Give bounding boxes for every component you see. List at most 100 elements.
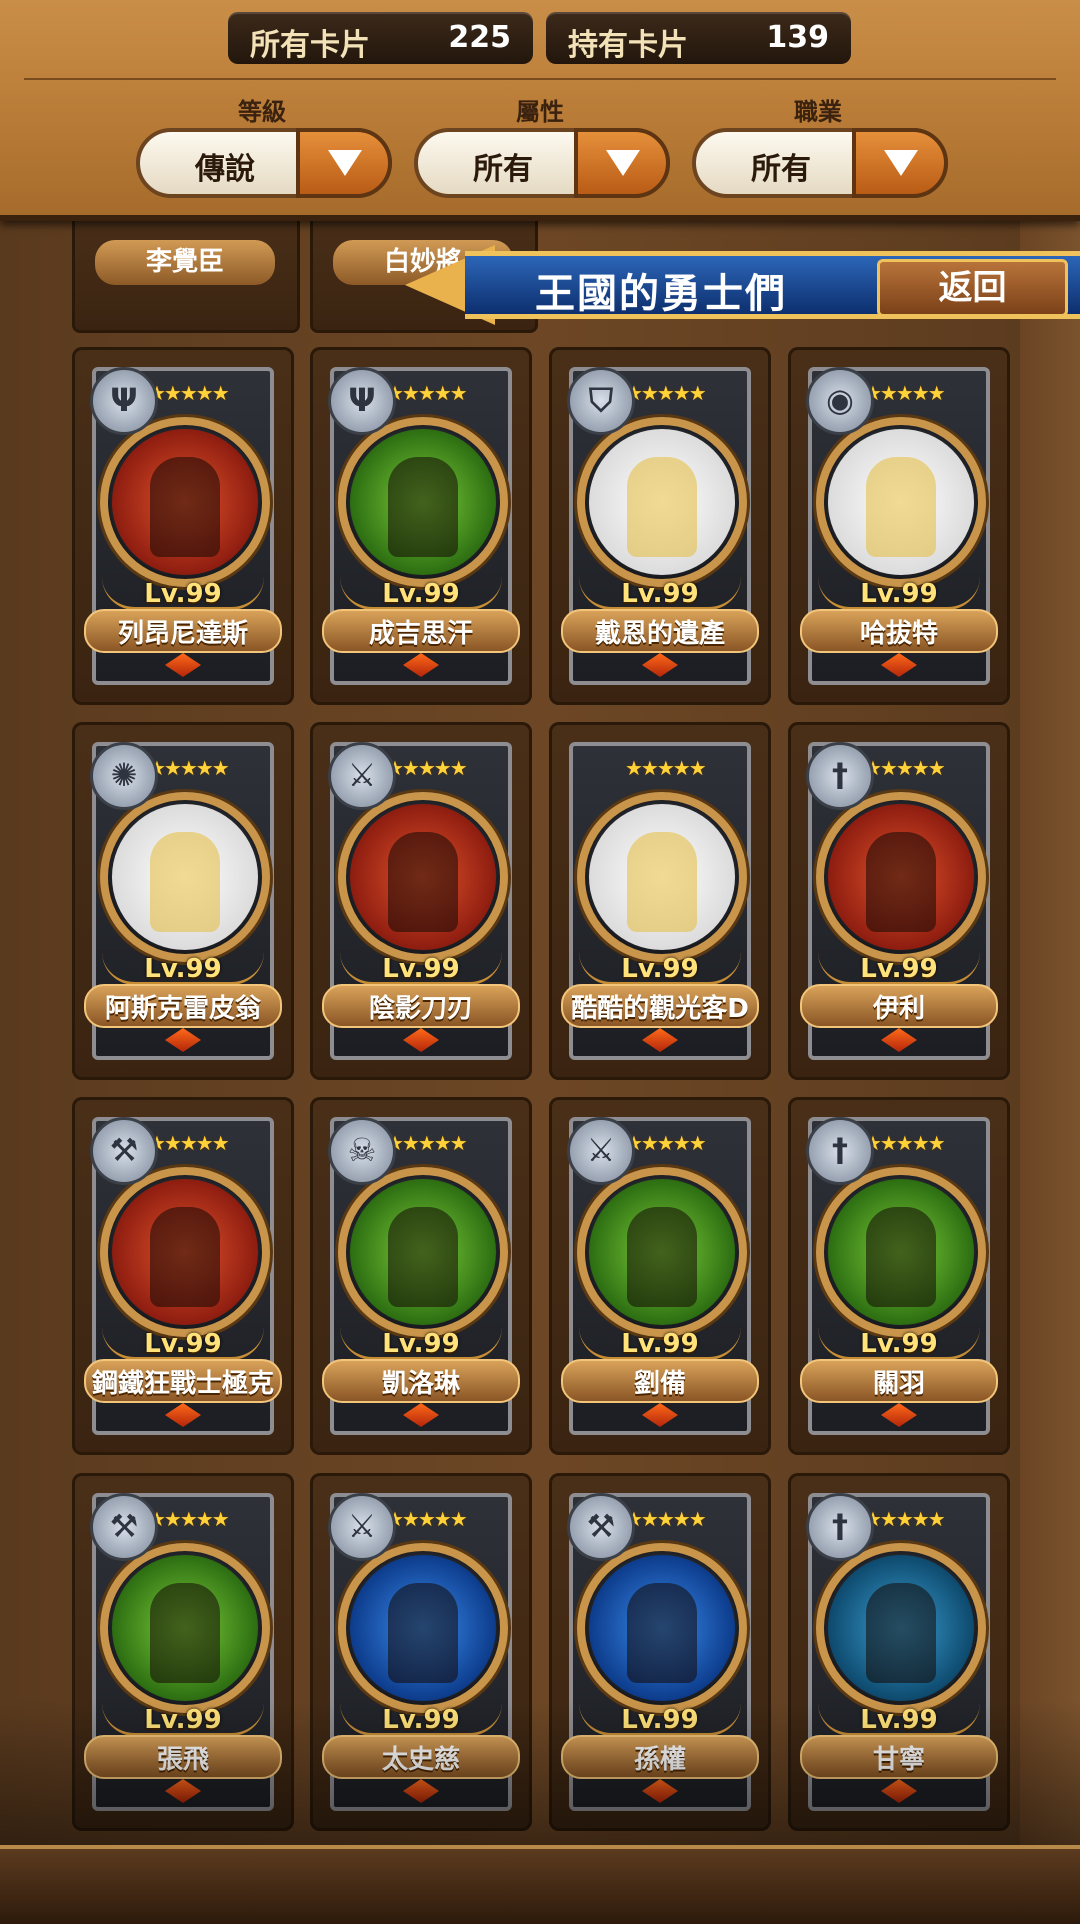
hero-card[interactable]: ★★★★★ † Lv.99 甘寧 xyxy=(788,1473,1010,1831)
hero-figure xyxy=(627,1207,697,1307)
board-side-strip xyxy=(1020,215,1080,1845)
trident-icon: Ψ xyxy=(328,367,396,435)
hero-level: Lv.99 xyxy=(382,1329,460,1359)
grade-dropdown-button[interactable] xyxy=(296,128,392,198)
hero-name: 成吉思汗 xyxy=(368,619,473,649)
grade-filter-dropdown[interactable]: 傳說 xyxy=(136,128,392,198)
star-rating: ★★★★★ xyxy=(864,756,946,780)
hero-figure xyxy=(866,832,936,932)
partial-card[interactable]: 李覺臣 xyxy=(72,215,300,333)
hero-name: 甘寧 xyxy=(872,1745,925,1775)
hero-figure xyxy=(388,1583,458,1683)
hero-name: 陰影刀刃 xyxy=(368,994,473,1024)
star-rating: ★★★★★ xyxy=(148,756,230,780)
hero-figure xyxy=(388,457,458,557)
hero-level: Lv.99 xyxy=(144,1705,222,1735)
hero-name: 哈拔特 xyxy=(859,619,938,649)
hero-name: 列昂尼達斯 xyxy=(117,619,248,649)
hero-card[interactable]: ★★★★★ † Lv.99 伊利 xyxy=(788,722,1010,1080)
star-rating: ★★★★★ xyxy=(625,1131,707,1155)
sword-icon: † xyxy=(806,1117,874,1185)
star-rating: ★★★★★ xyxy=(625,381,707,405)
grade-filter-value: 傳說 xyxy=(195,152,255,187)
star-rating: ★★★★★ xyxy=(625,1507,707,1531)
hero-card[interactable]: ★★★★★ Ψ Lv.99 成吉思汗 xyxy=(310,347,532,705)
chevron-down-icon xyxy=(884,150,918,176)
hero-name: 鋼鐵狂戰士極克 xyxy=(91,1369,274,1399)
hero-name: 酷酷的觀光客D xyxy=(571,994,749,1024)
hero-card[interactable]: ★★★★★ ⚔ Lv.99 劉備 xyxy=(549,1097,771,1455)
hero-card[interactable]: ★★★★★ ◉ Lv.99 哈拔特 xyxy=(788,347,1010,705)
hero-name: 阿斯克雷皮翁 xyxy=(104,994,261,1024)
hero-level: Lv.99 xyxy=(621,579,699,609)
hero-card[interactable]: ★★★★★ Ψ Lv.99 列昂尼達斯 xyxy=(72,347,294,705)
hero-card[interactable]: ★★★★★ ⚒ Lv.99 張飛 xyxy=(72,1473,294,1831)
partial-card-name: 李覺臣 xyxy=(95,240,275,285)
sword-icon: † xyxy=(806,1493,874,1561)
class-filter-dropdown[interactable]: 所有 xyxy=(692,128,948,198)
sun-icon: ✺ xyxy=(90,742,158,810)
hero-name: 凱洛琳 xyxy=(381,1369,460,1399)
hero-level: Lv.99 xyxy=(144,1329,222,1359)
skull-icon: ☠ xyxy=(328,1117,396,1185)
back-button[interactable]: 返回 xyxy=(877,259,1068,317)
hero-level: Lv.99 xyxy=(860,579,938,609)
hero-level: Lv.99 xyxy=(144,579,222,609)
star-rating: ★★★★★ xyxy=(148,1131,230,1155)
hero-card[interactable]: ★★★★★ ⚒ Lv.99 鋼鐵狂戰士極克 xyxy=(72,1097,294,1455)
hero-figure xyxy=(150,832,220,932)
owned-cards-counter: 持有卡片 139 xyxy=(546,12,851,64)
crossed-swords-icon: ⚔ xyxy=(328,1493,396,1561)
sword-icon: † xyxy=(806,742,874,810)
hero-card[interactable]: ★★★★★ † Lv.99 關羽 xyxy=(788,1097,1010,1455)
hero-card[interactable]: ★★★★★ ✺ Lv.99 阿斯克雷皮翁 xyxy=(72,722,294,1080)
class-dropdown-button[interactable] xyxy=(852,128,948,198)
shield-icon: ⛉ xyxy=(567,367,635,435)
star-rating: ★★★★★ xyxy=(625,756,707,780)
collection-header: 所有卡片 225 持有卡片 139 等級 傳說 屬性 所有 職業 所有 xyxy=(0,0,1080,221)
star-rating: ★★★★★ xyxy=(148,1507,230,1531)
class-filter-value: 所有 xyxy=(751,152,811,187)
hero-level: Lv.99 xyxy=(621,1329,699,1359)
hero-name: 關羽 xyxy=(872,1369,925,1399)
hero-name: 伊利 xyxy=(872,994,925,1024)
hero-card[interactable]: ★★★★★ ⚔ Lv.99 陰影刀刃 xyxy=(310,722,532,1080)
hero-level: Lv.99 xyxy=(860,1705,938,1735)
hero-card[interactable]: ★★★★★ ⚒ Lv.99 孫權 xyxy=(549,1473,771,1831)
hero-level: Lv.99 xyxy=(860,1329,938,1359)
hero-level: Lv.99 xyxy=(382,954,460,984)
owned-cards-value: 139 xyxy=(766,20,829,55)
hero-figure xyxy=(150,457,220,557)
attribute-filter-dropdown[interactable]: 所有 xyxy=(414,128,670,198)
hero-level: Lv.99 xyxy=(860,954,938,984)
chevron-down-icon xyxy=(328,150,362,176)
header-divider xyxy=(24,78,1056,80)
class-filter-label: 職業 xyxy=(794,98,842,126)
hero-name: 張飛 xyxy=(156,1745,209,1775)
title-banner: 王國的勇士們 返回 xyxy=(405,245,1080,325)
star-rating: ★★★★★ xyxy=(148,381,230,405)
hero-card[interactable]: ★★★★★ Lv.99 酷酷的觀光客D xyxy=(549,722,771,1080)
hero-figure xyxy=(627,1583,697,1683)
hero-figure xyxy=(866,1207,936,1307)
bottom-bar xyxy=(0,1845,1080,1924)
attribute-dropdown-button[interactable] xyxy=(574,128,670,198)
all-cards-counter: 所有卡片 225 xyxy=(228,12,533,64)
axe-icon: ⚒ xyxy=(90,1493,158,1561)
star-rating: ★★★★★ xyxy=(386,1131,468,1155)
all-cards-label: 所有卡片 xyxy=(250,28,370,63)
hero-name: 太史慈 xyxy=(381,1745,460,1775)
star-rating: ★★★★★ xyxy=(864,1131,946,1155)
hero-name: 戴恩的遺產 xyxy=(594,619,725,649)
crossed-swords-icon: ⚔ xyxy=(328,742,396,810)
hero-card[interactable]: ★★★★★ ☠ Lv.99 凱洛琳 xyxy=(310,1097,532,1455)
orb-icon: ◉ xyxy=(806,367,874,435)
hero-card[interactable]: ★★★★★ ⚔ Lv.99 太史慈 xyxy=(310,1473,532,1831)
hero-figure xyxy=(388,832,458,932)
attribute-filter-label: 屬性 xyxy=(516,98,564,126)
hero-level: Lv.99 xyxy=(382,579,460,609)
attribute-filter-value: 所有 xyxy=(473,152,533,187)
trident-icon: Ψ xyxy=(90,367,158,435)
hero-card[interactable]: ★★★★★ ⛉ Lv.99 戴恩的遺產 xyxy=(549,347,771,705)
hero-level: Lv.99 xyxy=(621,954,699,984)
